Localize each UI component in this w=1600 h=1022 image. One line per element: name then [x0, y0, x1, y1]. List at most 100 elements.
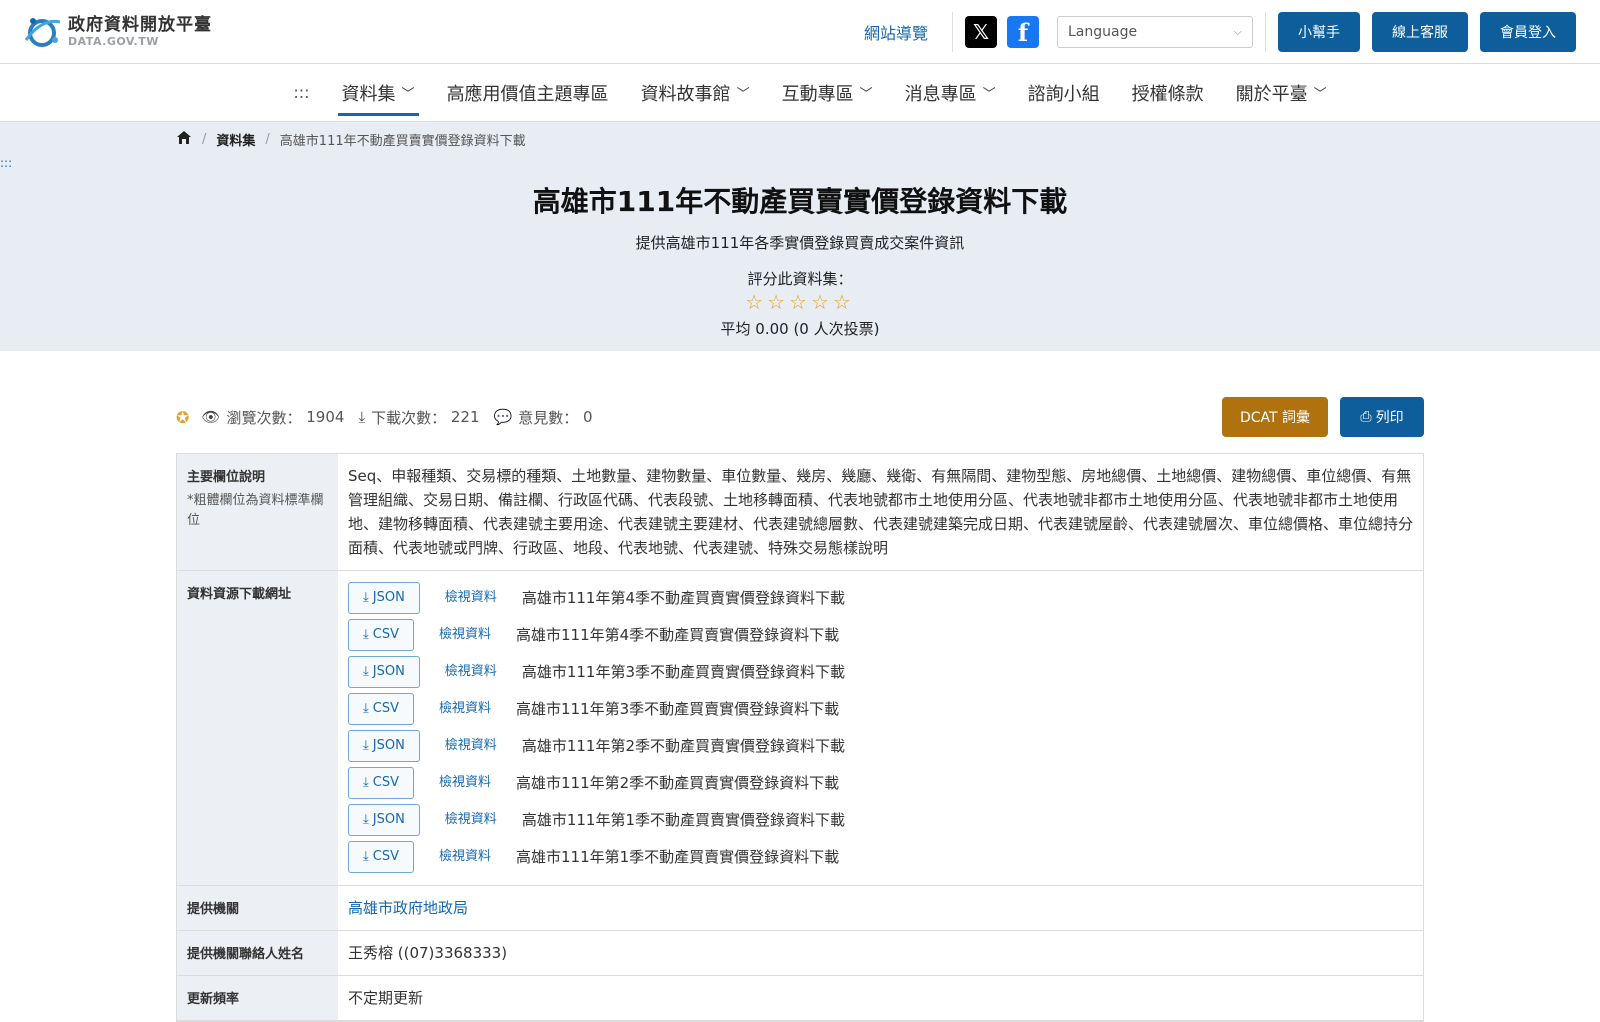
star-rating-icons[interactable]: ☆☆☆☆☆ — [0, 290, 1600, 314]
resource-title: 高雄市111年第4季不動產買賣實價登錄資料下載 — [521, 588, 845, 607]
nav-item-news[interactable]: 消息專區 ﹀ — [889, 64, 1012, 122]
nav-item-about[interactable]: 關於平臺 ﹀ — [1220, 64, 1343, 122]
list-item: ⤓ JSON 檢視資料 高雄市111年第2季不動產買賣實價登錄資料下載 — [348, 727, 1413, 764]
format-label: JSON — [372, 663, 405, 679]
download-format-button[interactable]: ⤓ CSV — [348, 766, 414, 799]
provider-value: 高雄市政府地政局 — [338, 886, 1423, 930]
nav-item-advisory[interactable]: 諮詢小組 — [1012, 64, 1116, 122]
format-label: CSV — [372, 700, 399, 716]
download-format-button[interactable]: ⤓ JSON — [348, 655, 420, 688]
nav-label: 授權條款 — [1131, 83, 1204, 105]
nav-accesskey[interactable]: ::: — [277, 83, 325, 102]
list-item: ⤓ JSON 檢視資料 高雄市111年第4季不動產買賣實價登錄資料下載 — [348, 579, 1413, 616]
format-label: CSV — [372, 848, 399, 864]
format-label: JSON — [372, 811, 405, 827]
online-support-button[interactable]: 線上客服 — [1372, 12, 1468, 52]
view-data-link[interactable]: 檢視資料 — [439, 697, 491, 721]
logo-icon — [22, 12, 64, 50]
print-button[interactable]: ⎙ 列印 — [1340, 397, 1424, 437]
contact-value: 王秀榕 ((07)3368333) — [348, 944, 508, 962]
dataset-info-table: 主要欄位說明 *粗體欄位為資料標準欄位 Seq、申報種類、交易標的種類、土地數量… — [176, 453, 1424, 1022]
provider-header: 提供機關 — [177, 886, 338, 930]
views-count: 1904 — [306, 408, 345, 426]
list-item: ⤓ CSV 檢視資料 高雄市111年第3季不動產買賣實價登錄資料下載 — [348, 690, 1413, 727]
view-data-link[interactable]: 檢視資料 — [439, 771, 491, 795]
dataset-description: 提供高雄市111年各季實價登錄買賣成交案件資訊 — [635, 234, 965, 252]
member-login-button[interactable]: 會員登入 — [1480, 12, 1576, 52]
divider — [1265, 12, 1266, 52]
breadcrumb-separator: / — [265, 132, 270, 147]
provider-link[interactable]: 高雄市政府地政局 — [348, 899, 468, 917]
nav-label: 互動專區 — [781, 83, 854, 105]
comments-count: 0 — [583, 408, 593, 426]
nav-item-stories[interactable]: 資料故事館 ﹀ — [625, 64, 766, 122]
contact-header: 提供機關聯絡人姓名 — [177, 931, 338, 975]
nav-label: 資料故事館 — [640, 83, 731, 105]
chevron-down-icon: ﹀ — [401, 87, 415, 102]
award-icon: ✪ — [176, 407, 190, 427]
home-icon[interactable] — [176, 130, 192, 149]
helper-button[interactable]: 小幫手 — [1278, 12, 1360, 52]
list-item: ⤓ JSON 檢視資料 高雄市111年第1季不動產買賣實價登錄資料下載 — [348, 801, 1413, 838]
chevron-down-icon: ⌵ — [1233, 25, 1242, 38]
update-header: 更新頻率 — [177, 976, 338, 1020]
downloads-label: 下載次數： — [371, 408, 447, 427]
content-accesskey[interactable]: ::: — [0, 156, 12, 170]
format-label: JSON — [372, 737, 405, 753]
list-item: ⤓ CSV 檢視資料 高雄市111年第2季不動產買賣實價登錄資料下載 — [348, 764, 1413, 801]
view-data-link[interactable]: 檢視資料 — [439, 623, 491, 647]
resource-title: 高雄市111年第1季不動產買賣實價登錄資料下載 — [521, 810, 845, 829]
table-row-update: 更新頻率 不定期更新 — [177, 976, 1423, 1021]
download-icon: ⤓ — [363, 700, 369, 716]
view-data-link[interactable]: 檢視資料 — [445, 586, 497, 610]
logo-title: 政府資料開放平臺 — [68, 14, 212, 35]
page-title: 高雄市111年不動產買賣實價登錄資料下載 — [532, 185, 1068, 218]
language-select[interactable]: Language ⌵ — [1057, 16, 1253, 48]
breadcrumb-datasets[interactable]: 資料集 — [216, 130, 255, 149]
comments-label: 意見數： — [518, 408, 579, 427]
download-icon: ⤓ — [363, 774, 369, 790]
download-format-button[interactable]: ⤓ CSV — [348, 692, 414, 725]
nav-label: 關於平臺 — [1235, 83, 1308, 105]
nav-item-datasets[interactable]: 資料集 ﹀ — [326, 64, 431, 122]
format-label: CSV — [372, 626, 399, 642]
breadcrumb-separator: / — [202, 132, 207, 147]
downloads-stat: ⤓ 下載次數： 221 — [358, 407, 479, 428]
view-data-link[interactable]: 檢視資料 — [445, 808, 497, 832]
nav-item-high-value[interactable]: 高應用價值主題專區 — [431, 64, 625, 122]
resource-title: 高雄市111年第4季不動產買賣實價登錄資料下載 — [516, 625, 840, 644]
fields-header-label: 主要欄位說明 — [187, 470, 266, 485]
nav-item-license[interactable]: 授權條款 — [1116, 64, 1220, 122]
fields-value: Seq、申報種類、交易標的種類、土地數量、建物數量、車位數量、幾房、幾廳、幾衛、… — [348, 467, 1414, 557]
site-logo[interactable]: 政府資料開放平臺 DATA.GOV.TW — [22, 12, 212, 50]
update-value: 不定期更新 — [348, 989, 424, 1007]
nav-label: 消息專區 — [904, 83, 977, 105]
view-data-link[interactable]: 檢視資料 — [445, 660, 497, 684]
dcat-button[interactable]: DCAT 詞彙 — [1222, 397, 1328, 437]
download-format-button[interactable]: ⤓ JSON — [348, 729, 420, 762]
table-row-fields: 主要欄位說明 *粗體欄位為資料標準欄位 Seq、申報種類、交易標的種類、土地數量… — [177, 454, 1423, 571]
comments-stat: 💬 意見數： 0 — [494, 407, 593, 428]
print-label: 列印 — [1375, 410, 1404, 426]
download-icon: ⤓ — [358, 408, 366, 426]
download-format-button[interactable]: ⤓ CSV — [348, 618, 414, 651]
nav-item-interactive[interactable]: 互動專區 ﹀ — [766, 64, 889, 122]
download-icon: ⤓ — [363, 848, 369, 864]
download-icon: ⤓ — [363, 626, 369, 642]
chevron-down-icon: ﹀ — [982, 87, 996, 102]
download-format-button[interactable]: ⤓ JSON — [348, 581, 420, 614]
sitemap-link[interactable]: 網站導覽 — [864, 20, 928, 44]
breadcrumb-current: 高雄市111年不動產買賣實價登錄資料下載 — [279, 134, 526, 149]
view-data-link[interactable]: 檢視資料 — [439, 845, 491, 869]
facebook-icon[interactable]: f — [1007, 16, 1039, 48]
format-label: JSON — [372, 589, 405, 605]
x-twitter-icon[interactable]: 𝕏 — [965, 16, 997, 48]
chevron-down-icon: ﹀ — [736, 87, 750, 102]
resources-header: 資料資源下載網址 — [177, 571, 338, 885]
main-nav: ::: 資料集 ﹀ 高應用價值主題專區 資料故事館 ﹀ 互動專區 ﹀ 消息專區 ﹀ 諮詢… — [0, 64, 1600, 122]
download-format-button[interactable]: ⤓ CSV — [348, 840, 414, 873]
dataset-hero: / 資料集 / 高雄市111年不動產買賣實價登錄資料下載 ::: 高雄市111年… — [0, 122, 1600, 351]
download-format-button[interactable]: ⤓ JSON — [348, 803, 420, 836]
view-data-link[interactable]: 檢視資料 — [445, 734, 497, 758]
downloads-count: 221 — [450, 408, 480, 426]
